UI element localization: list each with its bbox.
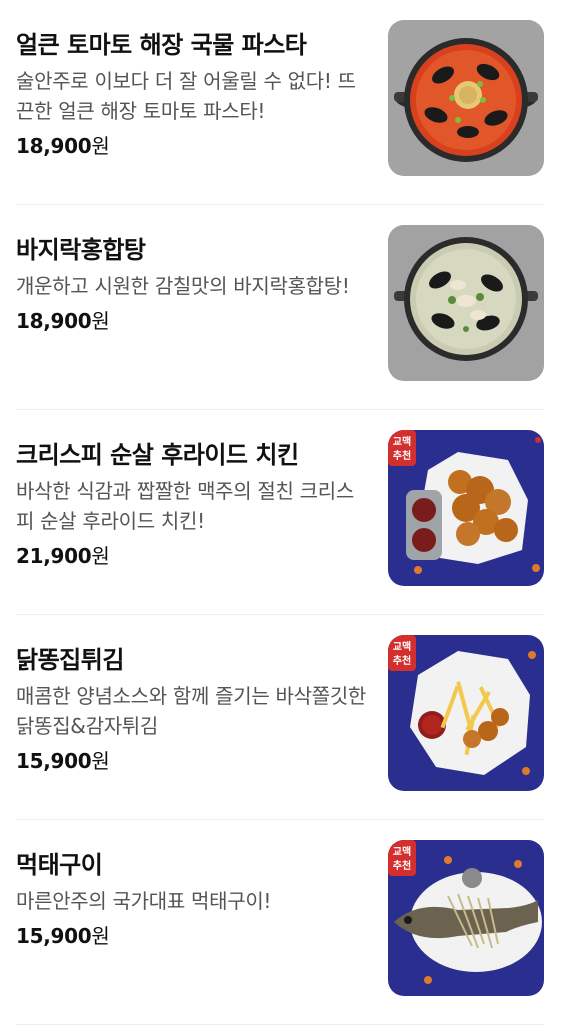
menu-item-description: 매콤한 양념소스와 함께 즐기는 바삭쫄깃한 닭똥집&감자튀김 bbox=[16, 684, 367, 738]
menu-item-price: 21,900원 bbox=[16, 542, 368, 570]
menu-item-clam-mussel-soup[interactable]: 바지락홍합탕 개운하고 시원한 감칠맛의 바지락홍합탕! 18,900원 bbox=[16, 205, 544, 410]
menu-item-description: 마른안주의 국가대표 먹태구이! bbox=[16, 889, 272, 913]
badge-line-2: 추천 bbox=[393, 654, 411, 667]
menu-item-price: 18,900원 bbox=[16, 132, 368, 160]
menu-item-text: 크리스피 순살 후라이드 치킨 바삭한 식감과 짭짤한 맥주의 절친 크리스피 … bbox=[16, 440, 368, 570]
price-currency: 원 bbox=[91, 544, 110, 568]
menu-item-name: 바지락홍합탕 bbox=[16, 236, 146, 264]
badge-line-2: 추천 bbox=[393, 449, 411, 462]
badge-line-2: 추천 bbox=[393, 859, 411, 872]
price-value: 21,900 bbox=[16, 544, 92, 568]
fried-chicken-illustration: 교맥 추천 bbox=[388, 430, 544, 586]
gizzard-fries-image[interactable]: 교맥 추천 bbox=[388, 635, 544, 791]
menu-item-name: 크리스피 순살 후라이드 치킨 bbox=[16, 441, 299, 469]
menu-item-text: 먹태구이 마른안주의 국가대표 먹태구이! 15,900원 bbox=[16, 850, 368, 950]
menu-item-tomato-pasta[interactable]: 얼큰 토마토 해장 국물 파스타 술안주로 이보다 더 잘 어울릴 수 없다! … bbox=[16, 0, 544, 205]
badge-line-1: 교맥 bbox=[393, 640, 411, 653]
grilled-pollack-illustration: 교맥 추천 bbox=[388, 840, 544, 996]
menu-item-name: 닭똥집튀김 bbox=[16, 646, 124, 674]
price-currency: 원 bbox=[91, 134, 110, 158]
price-value: 18,900 bbox=[16, 134, 92, 158]
menu-item-gizzard-fries[interactable]: 닭똥집튀김 매콤한 양념소스와 함께 즐기는 바삭쫄깃한 닭똥집&감자튀김 15… bbox=[16, 615, 544, 820]
price-value: 15,900 bbox=[16, 924, 92, 948]
menu-item-text: 바지락홍합탕 개운하고 시원한 감칠맛의 바지락홍합탕! 18,900원 bbox=[16, 235, 368, 335]
menu-item-text: 얼큰 토마토 해장 국물 파스타 술안주로 이보다 더 잘 어울릴 수 없다! … bbox=[16, 30, 368, 160]
price-value: 18,900 bbox=[16, 309, 92, 333]
menu-list: 얼큰 토마토 해장 국물 파스타 술안주로 이보다 더 잘 어울릴 수 없다! … bbox=[16, 0, 544, 1025]
price-currency: 원 bbox=[91, 749, 110, 773]
menu-item-name: 먹태구이 bbox=[16, 851, 103, 879]
badge-line-1: 교맥 bbox=[393, 845, 411, 858]
clam-mussel-soup-illustration bbox=[388, 225, 544, 381]
price-value: 15,900 bbox=[16, 749, 92, 773]
tomato-pasta-pot-image[interactable] bbox=[388, 20, 544, 176]
price-currency: 원 bbox=[91, 924, 110, 948]
fried-chicken-image[interactable]: 교맥 추천 bbox=[388, 430, 544, 586]
menu-item-text: 닭똥집튀김 매콤한 양념소스와 함께 즐기는 바삭쫄깃한 닭똥집&감자튀김 15… bbox=[16, 645, 368, 775]
menu-item-price: 15,900원 bbox=[16, 747, 368, 775]
menu-item-grilled-pollack[interactable]: 먹태구이 마른안주의 국가대표 먹태구이! 15,900원 교맥 추천 bbox=[16, 820, 544, 1025]
menu-item-description: 개운하고 시원한 감칠맛의 바지락홍합탕! bbox=[16, 274, 350, 298]
menu-item-price: 15,900원 bbox=[16, 922, 368, 950]
menu-item-price: 18,900원 bbox=[16, 307, 368, 335]
menu-item-description: 술안주로 이보다 더 잘 어울릴 수 없다! 뜨끈한 얼큰 해장 토마토 파스타… bbox=[16, 69, 356, 123]
tomato-pasta-pot-illustration bbox=[388, 20, 544, 176]
menu-item-name: 얼큰 토마토 해장 국물 파스타 bbox=[16, 31, 307, 59]
clam-mussel-soup-image[interactable] bbox=[388, 225, 544, 381]
grilled-pollack-image[interactable]: 교맥 추천 bbox=[388, 840, 544, 996]
badge-line-1: 교맥 bbox=[393, 435, 411, 448]
menu-item-crispy-fried-chicken[interactable]: 크리스피 순살 후라이드 치킨 바삭한 식감과 짭짤한 맥주의 절친 크리스피 … bbox=[16, 410, 544, 615]
gizzard-fries-illustration: 교맥 추천 bbox=[388, 635, 544, 791]
price-currency: 원 bbox=[91, 309, 110, 333]
menu-item-description: 바삭한 식감과 짭짤한 맥주의 절친 크리스피 순살 후라이드 치킨! bbox=[16, 479, 354, 533]
